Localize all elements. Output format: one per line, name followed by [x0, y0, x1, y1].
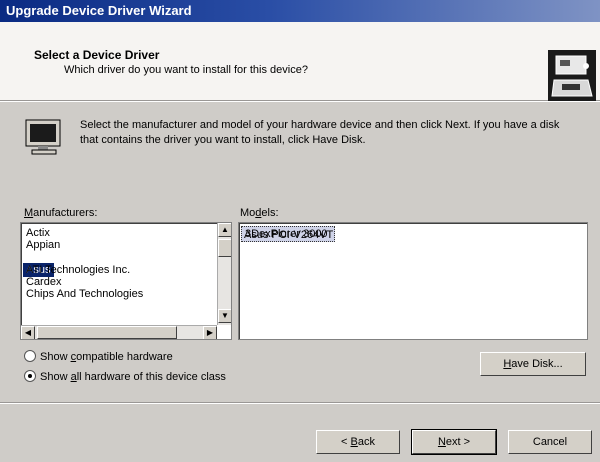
back-rest: ack: [357, 436, 375, 448]
radio-checked-icon[interactable]: [24, 370, 36, 382]
scroll-down-arrow-icon[interactable]: ▼: [218, 309, 231, 323]
models-label-prefix: Mo: [240, 207, 256, 219]
manufacturer-item-appian[interactable]: Appian: [23, 238, 143, 252]
manufacturers-list[interactable]: Actix Appian Asus ATI Technologies Inc. …: [20, 222, 232, 340]
manufacturers-hscrollbar[interactable]: ◀ ▶: [21, 325, 217, 339]
window-title: Upgrade Device Driver Wizard: [6, 3, 192, 18]
manufacturers-label-rest: anufacturers:: [33, 207, 98, 219]
models-label-rest: els:: [261, 207, 279, 219]
have-disk-button[interactable]: Have Disk...: [480, 352, 586, 376]
radio-compatible-prefix: Show: [40, 351, 71, 363]
title-bar: Upgrade Device Driver Wizard: [0, 0, 600, 22]
page-subtitle: Which driver do you want to install for …: [64, 64, 308, 76]
header-separator: [0, 101, 600, 102]
scroll-left-arrow-icon[interactable]: ◀: [21, 326, 35, 339]
page-title: Select a Device Driver: [34, 48, 160, 62]
hscroll-thumb[interactable]: [37, 326, 177, 339]
hardware-wizard-icon: [548, 50, 596, 102]
models-list[interactable]: 3DexPlorer 3000 Asus PCI-V264VT: [238, 222, 588, 340]
radio-all-rest: ll hardware of this device class: [76, 371, 226, 383]
manufacturer-item-chips[interactable]: Chips And Technologies: [23, 287, 143, 301]
wizard-dialog: Upgrade Device Driver Wizard Select a De…: [0, 0, 600, 462]
have-disk-rest: ave Disk...: [511, 358, 563, 370]
scroll-right-arrow-icon[interactable]: ▶: [203, 326, 217, 339]
manufacturers-vscrollbar[interactable]: ▲ ▼: [217, 223, 231, 325]
manufacturers-label-accel: M: [24, 207, 34, 219]
back-button[interactable]: < Back: [316, 430, 400, 454]
radio-compatible-rest: ompatible hardware: [76, 351, 173, 363]
wizard-header: Select a Device Driver Which driver do y…: [0, 22, 600, 102]
models-label: Models:: [240, 207, 279, 219]
next-button[interactable]: Next >: [411, 429, 497, 455]
radio-unchecked-icon[interactable]: [24, 350, 36, 362]
show-compatible-radio[interactable]: Show compatible hardware: [24, 350, 173, 364]
radio-all-prefix: Show: [40, 371, 71, 383]
show-all-radio[interactable]: Show all hardware of this device class: [24, 370, 226, 384]
cancel-button[interactable]: Cancel: [508, 430, 592, 454]
model-item-asus-pci[interactable]: Asus PCI-V264VT: [241, 228, 335, 242]
scroll-thumb[interactable]: [218, 239, 231, 257]
next-accel: N: [437, 436, 446, 448]
back-prefix: <: [341, 436, 351, 448]
monitor-icon: [25, 119, 61, 155]
manufacturers-label: Manufacturers:: [24, 207, 97, 219]
scroll-up-arrow-icon[interactable]: ▲: [218, 223, 231, 237]
back-accel: B: [350, 436, 358, 448]
instructions-text: Select the manufacturer and model of you…: [80, 119, 560, 146]
footer-separator-highlight: [0, 403, 600, 404]
next-rest: ext >: [445, 436, 471, 448]
